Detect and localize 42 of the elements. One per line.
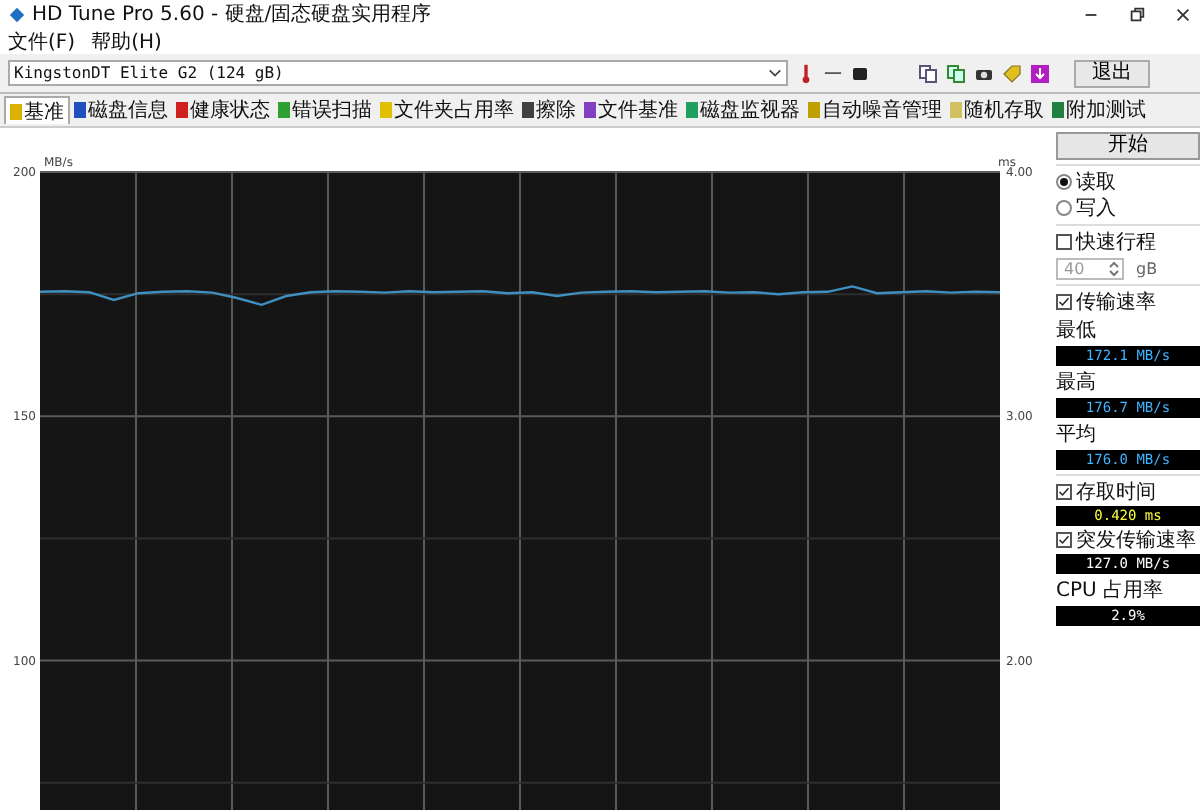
checkbox[interactable] [1056, 532, 1072, 548]
stat-label: CPU 占用率 [1056, 577, 1166, 604]
spinner-arrows-icon[interactable] [1108, 259, 1120, 277]
checkbox-label: 传输速率 [1076, 289, 1156, 316]
radio-label: 读取 [1076, 169, 1116, 196]
tag-icon[interactable] [1002, 63, 1022, 83]
exit-button[interactable]: 退出 [1074, 59, 1150, 87]
tab[interactable]: 基准 [4, 96, 70, 124]
app-icon [8, 5, 26, 23]
window-title: HD Tune Pro 5.60 - 硬盘/固态硬盘实用程序 [32, 1, 434, 28]
radio-button[interactable] [1056, 174, 1072, 190]
menu-item[interactable]: 帮助(H) [91, 27, 162, 55]
tab[interactable]: 随机存取 [946, 97, 1048, 123]
tab[interactable]: 文件夹占用率 [376, 97, 518, 123]
checkbox-label: 存取时间 [1076, 479, 1156, 506]
restore-icon[interactable] [1128, 5, 1146, 23]
tab[interactable]: 擦除 [518, 97, 580, 123]
stat-label: 最高 [1056, 369, 1098, 396]
checkbox-label: 快速行程 [1076, 229, 1156, 256]
drive-select[interactable]: KingstonDT Elite G2 (124 gB) [8, 60, 788, 86]
download-icon[interactable] [1030, 63, 1050, 83]
caret-icon[interactable] [768, 66, 782, 80]
radio-label: 写入 [1076, 195, 1116, 222]
checkbox[interactable] [1056, 294, 1072, 310]
start-button[interactable]: 开始 [1056, 132, 1200, 160]
tab[interactable]: 磁盘信息 [70, 97, 172, 123]
radio-button[interactable] [1056, 200, 1072, 216]
checkbox-label: 突发传输速率 [1076, 527, 1196, 554]
tab[interactable]: 健康状态 [172, 97, 274, 123]
tab[interactable]: 自动噪音管理 [804, 97, 946, 123]
tab[interactable]: 文件基准 [580, 97, 682, 123]
temperature-reading: — [824, 63, 842, 83]
checkbox[interactable] [1056, 484, 1072, 500]
menu-item[interactable]: 文件(F) [8, 27, 76, 55]
close-icon[interactable] [1174, 5, 1192, 23]
tab[interactable]: 错误扫描 [274, 97, 376, 123]
stat-label: 平均 [1056, 422, 1098, 448]
stat-label: 最低 [1056, 318, 1098, 344]
tab[interactable]: 磁盘监视器 [682, 97, 804, 123]
checkbox[interactable] [1056, 234, 1072, 250]
tab[interactable]: 附加测试 [1048, 97, 1150, 123]
unit-label: gB [1136, 259, 1158, 277]
